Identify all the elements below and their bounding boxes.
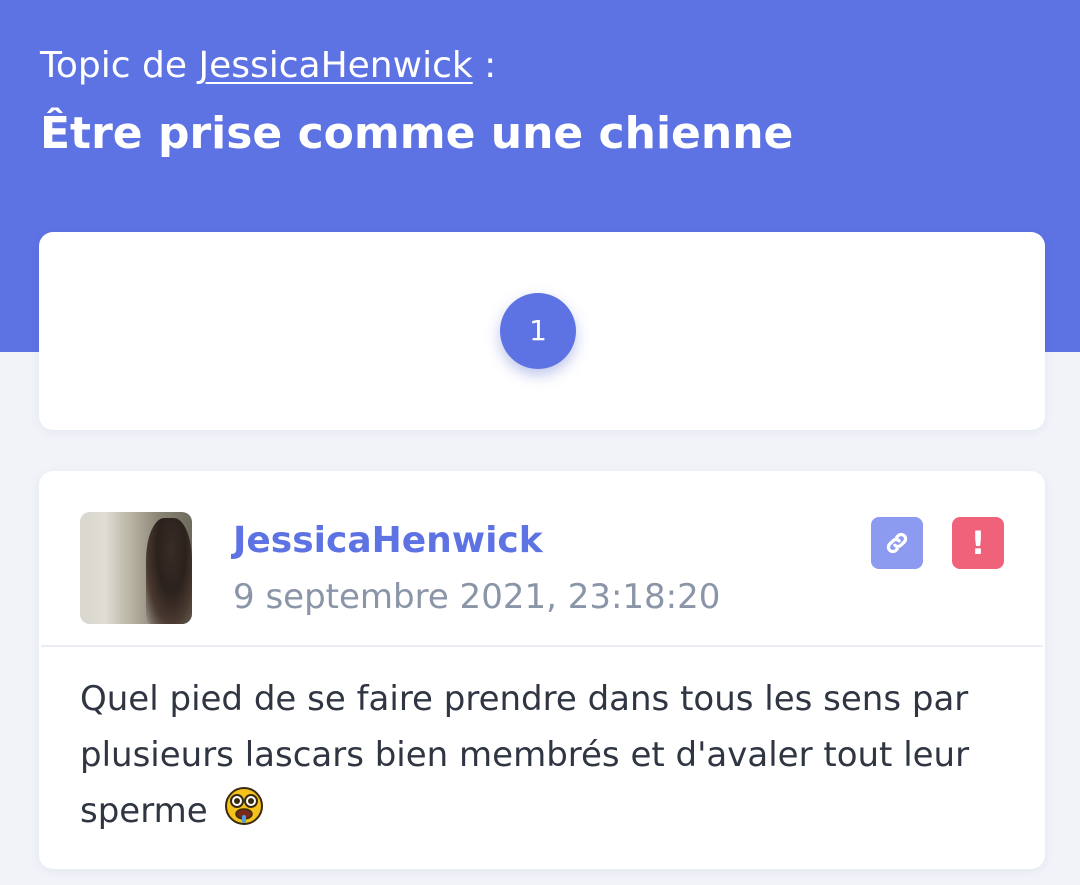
exclamation-icon: ! <box>970 524 986 562</box>
post-date: 9 septembre 2021, 23:18:20 <box>233 577 721 617</box>
pagination-card: 1 <box>39 232 1045 430</box>
avatar[interactable] <box>80 512 192 624</box>
topic-byline: Topic de JessicaHenwick : <box>40 42 496 90</box>
page-title: Être prise comme une chienne <box>40 108 794 159</box>
page-button-current[interactable]: 1 <box>500 293 576 369</box>
post-message: Quel pied de se faire prendre dans tous … <box>80 671 1000 839</box>
post-author-link[interactable]: JessicaHenwick <box>233 519 543 563</box>
topic-prefix: Topic de <box>40 45 187 86</box>
link-icon <box>886 532 908 554</box>
post-divider <box>41 645 1043 647</box>
post-message-text: Quel pied de se faire prendre dans tous … <box>80 679 970 831</box>
topic-suffix: : <box>472 45 497 86</box>
topic-author-link[interactable]: JessicaHenwick <box>198 45 472 86</box>
permalink-button[interactable] <box>871 517 923 569</box>
avatar-figure <box>146 518 192 624</box>
post-card: JessicaHenwick 9 septembre 2021, 23:18:2… <box>39 471 1045 869</box>
avatar-background <box>80 512 120 624</box>
drooling-face-emoji-icon <box>225 787 264 825</box>
report-button[interactable]: ! <box>952 517 1004 569</box>
